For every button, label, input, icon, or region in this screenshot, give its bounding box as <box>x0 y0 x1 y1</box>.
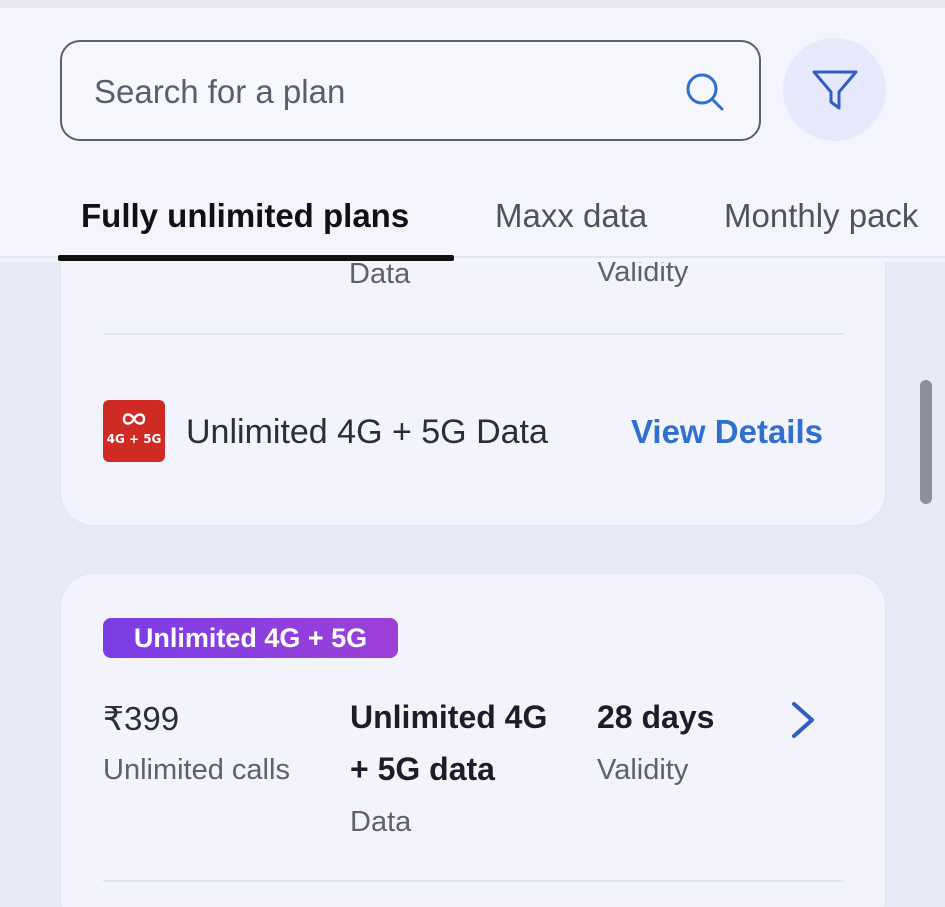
data-value-line2: + 5G data <box>350 751 495 787</box>
data-value-line1: Unlimited 4G <box>350 699 548 735</box>
unlimited-4g5g-icon: 4G + 5G <box>103 400 165 462</box>
scrollbar[interactable] <box>920 380 932 504</box>
active-tab-indicator <box>58 255 454 261</box>
tab-fully-unlimited-plans[interactable]: Fully unlimited plans <box>81 197 409 235</box>
filter-button[interactable] <box>783 38 886 141</box>
validity-label: Validity <box>597 754 689 786</box>
status-strip <box>0 0 945 8</box>
search-box[interactable] <box>60 40 761 141</box>
plan-tag-pill: Unlimited 4G + 5G <box>103 618 398 658</box>
divider <box>103 880 843 882</box>
tab-monthly-pack[interactable]: Monthly pack <box>724 197 918 235</box>
plan-tabs: Fully unlimited plans Maxx data Monthly … <box>0 185 945 262</box>
validity-value: 28 days <box>597 699 715 735</box>
divider <box>103 333 843 335</box>
infinity-icon <box>122 413 146 425</box>
feature-text: Unlimited 4G + 5G Data <box>186 413 548 451</box>
tab-maxx-data[interactable]: Maxx data <box>495 197 647 235</box>
data-label: Data <box>349 258 411 290</box>
plan-price: ₹399 <box>103 700 180 737</box>
view-details-link[interactable]: View Details <box>631 413 823 451</box>
filter-icon <box>812 70 858 110</box>
search-input[interactable] <box>94 70 654 114</box>
header: Fully unlimited plans Maxx data Monthly … <box>0 0 945 262</box>
calls-label: Unlimited calls <box>103 754 290 786</box>
search-icon[interactable] <box>684 71 726 113</box>
chevron-right-icon[interactable] <box>788 700 818 740</box>
data-label: Data <box>350 806 412 838</box>
badge-text: 4G + 5G <box>106 432 162 446</box>
